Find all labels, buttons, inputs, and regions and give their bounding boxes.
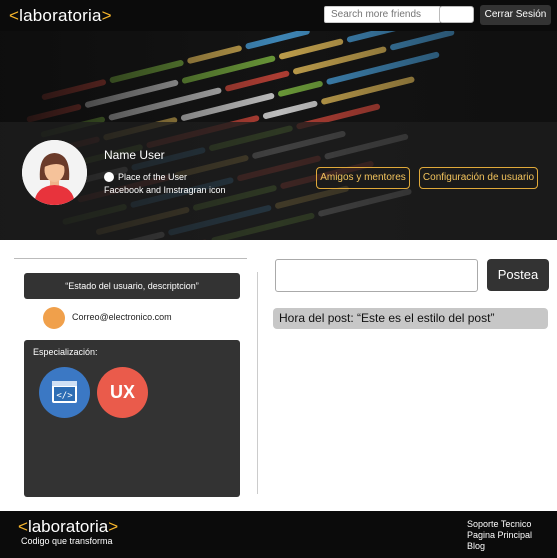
footer-link-blog[interactable]: Blog	[467, 541, 532, 552]
footer-link-home[interactable]: Pagina Principal	[467, 530, 532, 541]
user-place: Place of the User	[104, 172, 187, 182]
footer-logo-bracket-open: <	[18, 517, 28, 536]
specialization-title: Especialización:	[33, 347, 98, 357]
logout-button[interactable]: Cerrar Sesión	[480, 5, 551, 25]
social-icons-placeholder: Facebook and Imstragran icon	[104, 185, 226, 195]
footer-logo-text: laboratoria	[27, 517, 109, 536]
email-icon	[43, 307, 65, 329]
logo-bracket-open: <	[9, 6, 20, 25]
footer-link-support[interactable]: Soporte Tecnico	[467, 519, 532, 530]
ux-icon: UX	[97, 367, 148, 418]
logo-text: laboratoria	[19, 6, 102, 25]
footer-logo[interactable]: <laboratoria>	[18, 517, 118, 537]
svg-text:</>: </>	[56, 391, 73, 401]
friends-mentors-button[interactable]: Amigos y mentores	[316, 167, 410, 189]
post-input[interactable]	[275, 259, 478, 292]
search-button[interactable]	[439, 6, 474, 23]
user-email: Correo@electronico.com	[72, 312, 172, 322]
header-logo[interactable]: <laboratoria>	[9, 6, 112, 26]
search-friends-input[interactable]	[324, 6, 441, 23]
specialization-panel: Especialización: </> UX	[24, 340, 240, 497]
user-settings-button[interactable]: Configuración de usuario	[419, 167, 538, 189]
logo-bracket-close: >	[101, 6, 112, 25]
post-item: Hora del post: “Este es el estilo del po…	[273, 308, 548, 329]
location-icon	[104, 172, 114, 182]
user-place-text: Place of the User	[118, 172, 188, 182]
footer-links: Soporte Tecnico Pagina Principal Blog	[467, 519, 532, 552]
user-name: Name User	[104, 148, 165, 162]
footer: <laboratoria> Codigo que transforma Sopo…	[0, 511, 557, 558]
user-avatar[interactable]	[22, 140, 87, 205]
post-button[interactable]: Postea	[487, 259, 549, 291]
column-divider	[257, 272, 258, 494]
top-navbar: <laboratoria> Cerrar Sesión	[0, 0, 557, 31]
sidebar-divider	[14, 258, 247, 259]
avatar-woman-icon	[22, 140, 87, 205]
user-status: “Estado del usuario, descriptcion”	[24, 273, 240, 299]
footer-tagline: Codigo que transforma	[21, 536, 113, 546]
code-icon: </>	[39, 367, 90, 418]
footer-logo-bracket-close: >	[108, 517, 119, 536]
